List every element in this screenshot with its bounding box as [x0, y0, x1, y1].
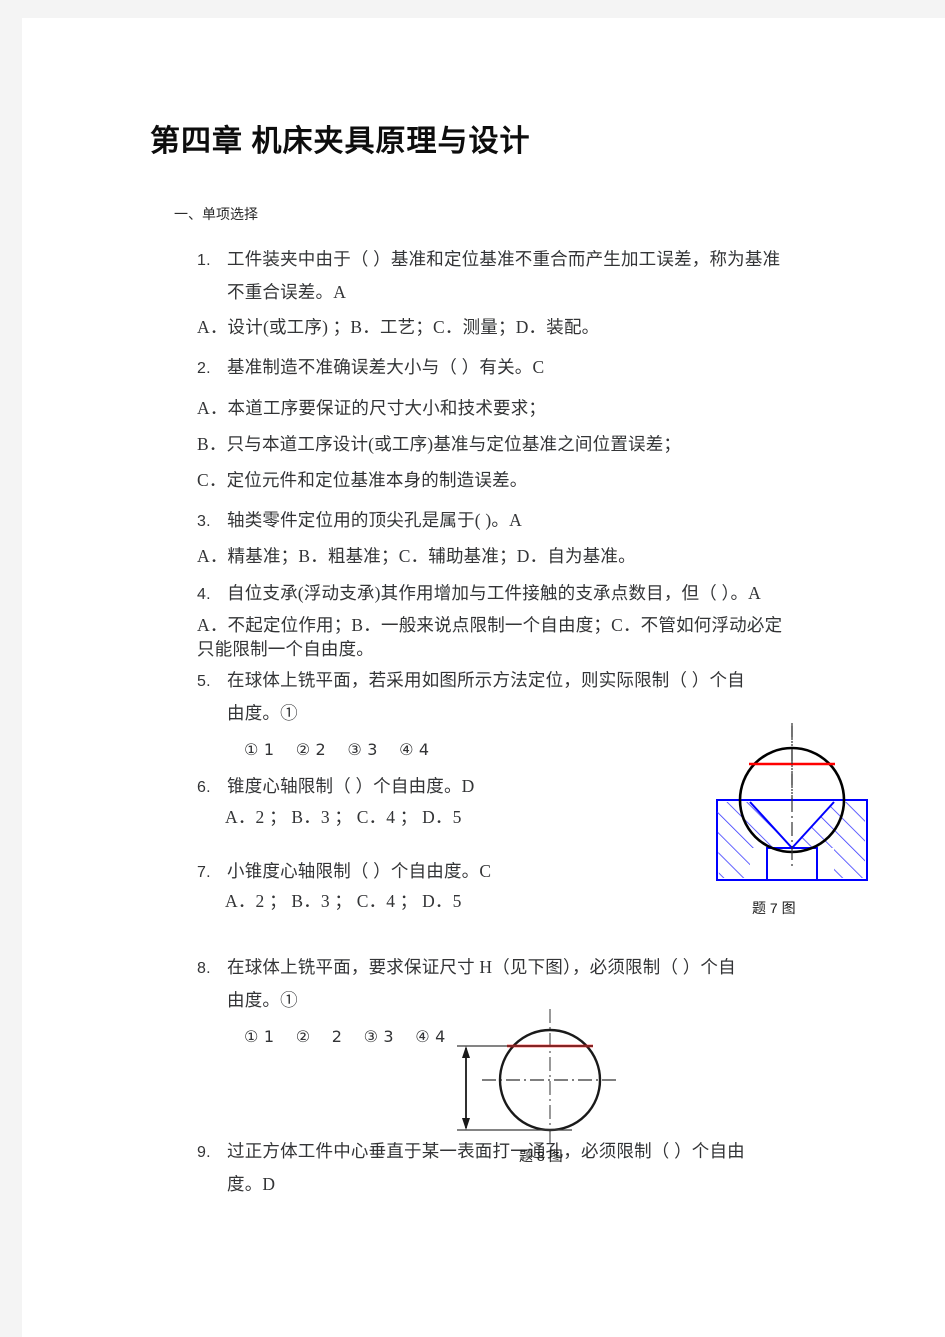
question-4-options-line-1: A．不起定位作用；B．一般来说点限制一个自由度；C．不管如何浮动必定	[197, 615, 783, 635]
question-7-options: A．2 ； B．3 ； C．4 ； D．5	[225, 891, 462, 911]
question-2-line-1: 2. 基准制造不准确误差大小与（ ）有关。C	[197, 354, 544, 379]
question-8-text-1: 在球体上铣平面，要求保证尺寸 H（见下图），必须限制（ ）个自	[227, 957, 736, 977]
figure-7	[682, 718, 882, 893]
question-8-choices: ① 1 ② 2 ③ 3 ④ 4	[244, 1027, 446, 1046]
question-5-line-2: 由度。①	[227, 703, 298, 723]
question-2-text-1: 基准制造不准确误差大小与（ ）有关。C	[227, 357, 545, 377]
question-4-text-1: 自位支承(浮动支承)其作用增加与工件接触的支承点数目，但（ ）。A	[227, 583, 762, 603]
question-9-line-2: 度。D	[227, 1174, 276, 1194]
section-heading: 一、单项选择	[174, 206, 258, 222]
question-1-options: A．设计(或工序) ；B．工艺；C．测量；D．装配。	[197, 317, 600, 337]
question-8-number: 8.	[197, 960, 211, 977]
question-1-line-1: 1. 工件装夹中由于（ ）基准和定位基准不重合而产生加工误差，称为基准	[197, 246, 780, 271]
question-8-line-2: 由度。①	[227, 990, 298, 1010]
question-3-number: 3.	[197, 513, 211, 530]
figure-7-drawing	[716, 723, 868, 881]
question-7-text-1: 小锥度心轴限制（ ）个自由度。C	[227, 861, 492, 881]
question-6-options: A．2 ； B．3 ； C．4 ； D．5	[225, 807, 462, 827]
question-1-number: 1.	[197, 252, 211, 269]
question-3-text-1: 轴类零件定位用的顶尖孔是属于( )。A	[227, 510, 522, 530]
question-5-line-1: 5. 在球体上铣平面，若采用如图所示方法定位，则实际限制（ ）个自	[197, 667, 745, 692]
question-8-line-1: 8. 在球体上铣平面，要求保证尺寸 H（见下图），必须限制（ ）个自	[197, 954, 736, 979]
question-6-number: 6.	[197, 779, 211, 796]
question-9-number: 9.	[197, 1144, 211, 1161]
question-2-option-b: B．只与本道工序设计(或工序)基准与定位基准之间位置误差；	[197, 434, 682, 454]
question-4-number: 4.	[197, 586, 211, 603]
page-title: 第四章 机床夹具原理与设计	[150, 125, 531, 158]
question-6-line-1: 6. 锥度心轴限制（ ）个自由度。D	[197, 773, 475, 798]
question-7-line-1: 7. 小锥度心轴限制（ ）个自由度。C	[197, 858, 491, 883]
question-5-number: 5.	[197, 673, 211, 690]
question-5-choices: ① 1 ② 2 ③ 3 ④ 4	[244, 740, 430, 759]
question-2-number: 2.	[197, 360, 211, 377]
question-5-text-1: 在球体上铣平面，若采用如图所示方法定位，则实际限制（ ）个自	[227, 670, 745, 690]
arrowhead-top	[462, 1046, 470, 1058]
question-2-option-a: A．本道工序要保证的尺寸大小和技术要求；	[197, 398, 547, 418]
question-3-options: A．精基准；B．粗基准；C．辅助基准；D．自为基准。	[197, 546, 636, 566]
question-3-line-1: 3. 轴类零件定位用的顶尖孔是属于( )。A	[197, 507, 522, 532]
question-6-text-1: 锥度心轴限制（ ）个自由度。D	[227, 776, 475, 796]
figure-8	[452, 1003, 652, 1153]
figure-8-drawing	[457, 1009, 620, 1147]
arrowhead-bottom	[462, 1118, 470, 1130]
question-7-number: 7.	[197, 864, 211, 881]
question-2-option-c: C．定位元件和定位基准本身的制造误差。	[197, 470, 528, 490]
document-page: 第四章 机床夹具原理与设计 一、单项选择 1. 工件装夹中由于（ ）基准和定位基准…	[22, 18, 945, 1337]
figure-7-caption: 题 7 图	[752, 900, 796, 916]
question-1-line-2: 不重合误差。A	[227, 282, 347, 302]
question-4-options-line-2: 只能限制一个自由度。	[197, 639, 374, 659]
figure-8-caption: 题 8 图	[519, 1148, 563, 1164]
question-4-line-1: 4. 自位支承(浮动支承)其作用增加与工件接触的支承点数目，但（ ）。A	[197, 580, 761, 605]
question-1-text-1: 工件装夹中由于（ ）基准和定位基准不重合而产生加工误差，称为基准	[227, 249, 781, 269]
